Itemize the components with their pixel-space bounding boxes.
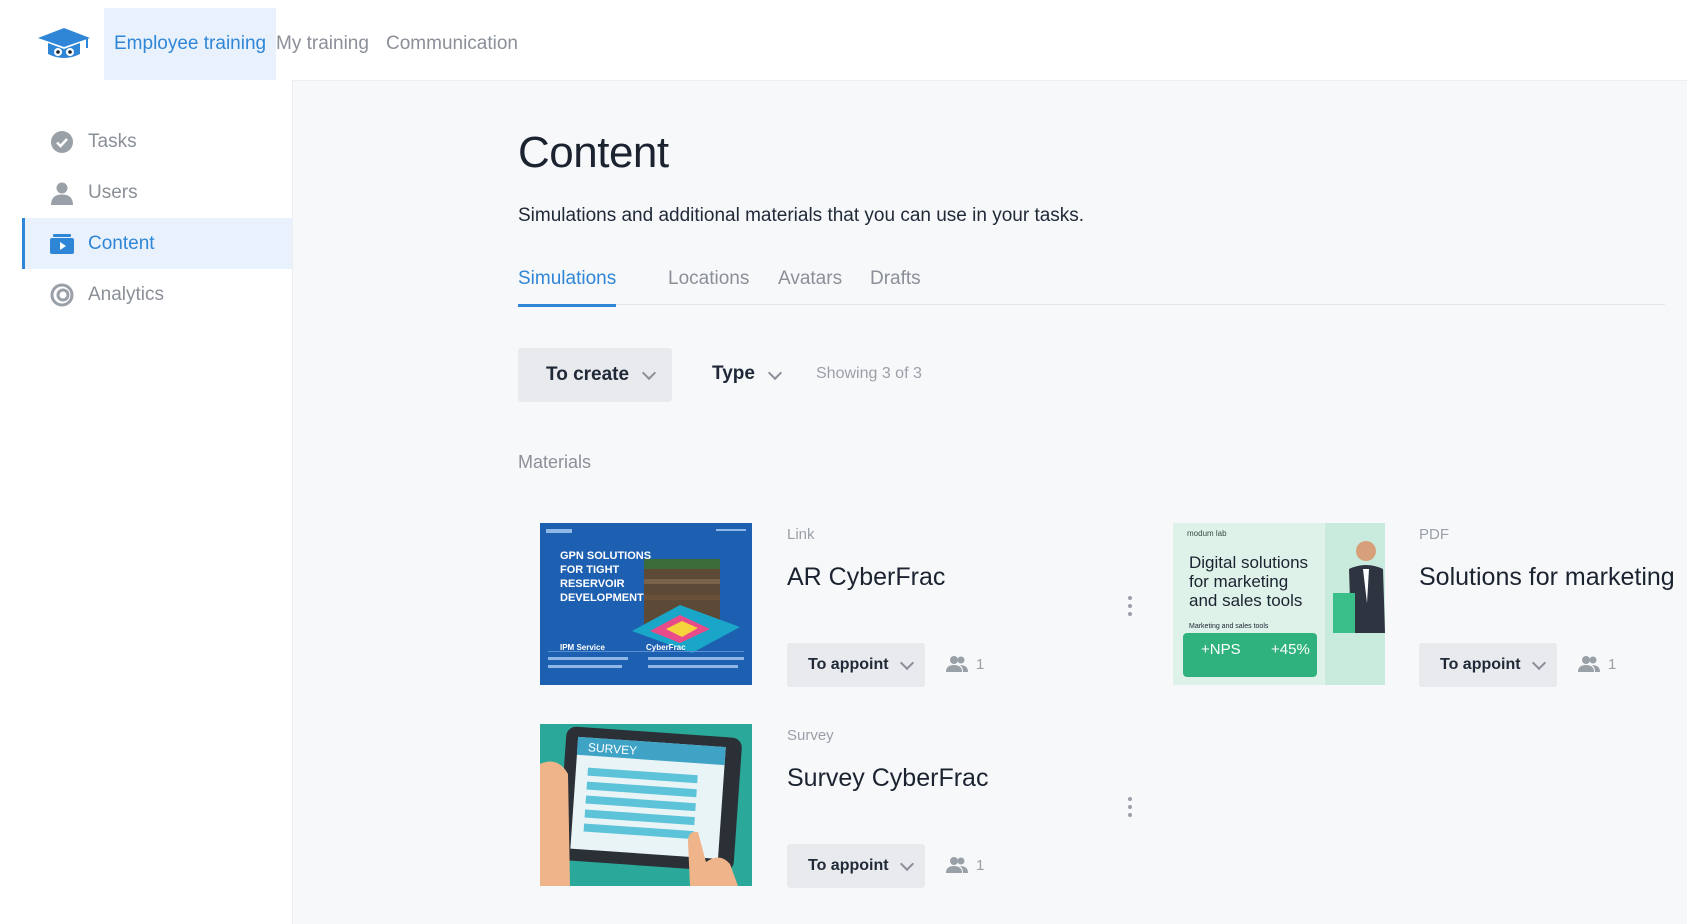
appoint-button[interactable]: To appoint	[787, 844, 925, 888]
material-title[interactable]: AR CyberFrac	[787, 563, 945, 592]
users-icon	[946, 656, 968, 672]
section-label-materials: Materials	[518, 452, 592, 472]
thumbnail-caption: Marketing and sales tools	[1189, 623, 1269, 630]
tab-drafts[interactable]: Drafts	[870, 268, 921, 290]
create-button-label: To create	[546, 364, 630, 385]
graduation-cap-logo-icon[interactable]	[34, 22, 94, 66]
material-title[interactable]: Survey CyberFrac	[787, 764, 988, 793]
material-title[interactable]: Solutions for marketing	[1419, 563, 1675, 592]
thumbnail-line: GPN SOLUTIONS	[560, 550, 652, 562]
survey-thumbnail-image	[540, 724, 752, 886]
video-folder-icon	[50, 234, 74, 254]
sidebar-item-label: Content	[88, 232, 155, 254]
thumbnail-solutions-for-marketing[interactable]: modum lab Digital solutions for marketin…	[1173, 523, 1385, 685]
nav-tab-employee-training[interactable]: Employee training	[104, 8, 277, 80]
more-options-icon[interactable]	[1124, 596, 1136, 620]
sidebar-item-tasks[interactable]: Tasks	[22, 116, 292, 167]
thumbnail-line: and sales tools	[1189, 591, 1303, 610]
chevron-down-icon	[641, 365, 657, 381]
thumbnail-caption-right: CyberFrac	[646, 643, 686, 652]
thumbnail-headline: GPN SOLUTIONS FOR TIGHT RESERVOIR DEVELO…	[560, 549, 651, 605]
users-count-value: 1	[976, 857, 985, 874]
thumbnail-brand: modum lab	[1187, 529, 1227, 538]
type-filter-label: Type	[712, 363, 755, 384]
tab-avatars[interactable]: Avatars	[778, 268, 842, 290]
thumbnail-stat-percent: +45%	[1271, 641, 1310, 658]
material-type: PDF	[1419, 526, 1449, 543]
thumbnail-stat-nps: +NPS	[1201, 641, 1241, 658]
tab-simulations[interactable]: Simulations	[518, 268, 617, 307]
users-count-value: 1	[976, 656, 985, 673]
appoint-button[interactable]: To appoint	[787, 643, 925, 687]
page-description: Simulations and additional materials tha…	[518, 205, 1085, 226]
check-circle-icon	[51, 131, 73, 153]
sidebar-item-label: Analytics	[88, 283, 165, 305]
thumbnail-line: for marketing	[1189, 572, 1289, 591]
sidebar: Tasks Users Content Analytics	[22, 80, 293, 924]
sidebar-item-users[interactable]: Users	[22, 167, 292, 218]
thumbnail-headline: Digital solutions for marketing and sale…	[1189, 553, 1308, 610]
chevron-down-icon	[899, 856, 915, 872]
appoint-button-label: To appoint	[808, 656, 889, 673]
donut-chart-icon	[50, 283, 74, 307]
sidebar-item-label: Tasks	[88, 130, 137, 152]
more-options-icon[interactable]	[1124, 797, 1136, 821]
page-title: Content	[518, 128, 669, 177]
appoint-button-label: To appoint	[808, 857, 889, 874]
users-icon	[1578, 656, 1600, 672]
user-icon	[51, 182, 73, 205]
material-type: Link	[787, 526, 815, 543]
tab-locations[interactable]: Locations	[668, 268, 749, 290]
top-navigation: Employee training My training Communicat…	[22, 8, 1687, 81]
appoint-button-label: To appoint	[1440, 656, 1521, 673]
users-count-value: 1	[1608, 656, 1617, 673]
content-tabs: Simulations Locations Avatars Drafts	[518, 260, 1665, 307]
type-filter-dropdown[interactable]: Type	[712, 363, 792, 387]
nav-tab-my-training[interactable]: My training	[266, 8, 379, 80]
nav-tab-communication[interactable]: Communication	[376, 8, 528, 80]
sidebar-item-label: Users	[88, 181, 138, 203]
thumbnail-ar-cyberfrac[interactable]: GPN SOLUTIONS FOR TIGHT RESERVOIR DEVELO…	[540, 523, 752, 685]
chevron-down-icon	[767, 365, 783, 381]
chevron-down-icon	[1531, 655, 1547, 671]
appoint-button[interactable]: To appoint	[1419, 643, 1557, 687]
users-icon	[946, 857, 968, 873]
create-button[interactable]: To create	[518, 348, 672, 402]
thumbnail-line: DEVELOPMENT	[560, 592, 644, 604]
thumbnail-line: FOR TIGHT	[560, 564, 620, 576]
results-count: Showing 3 of 3	[816, 365, 922, 382]
thumbnail-survey-cyberfrac[interactable]: SURVEY	[540, 724, 752, 886]
thumbnail-caption-left: IPM Service	[560, 643, 605, 652]
sidebar-item-content[interactable]: Content	[22, 218, 292, 269]
sidebar-item-analytics[interactable]: Analytics	[22, 269, 292, 320]
thumbnail-line: Digital solutions	[1189, 553, 1309, 572]
material-type: Survey	[787, 727, 834, 744]
thumbnail-line: RESERVOIR	[560, 578, 625, 590]
chevron-down-icon	[899, 655, 915, 671]
